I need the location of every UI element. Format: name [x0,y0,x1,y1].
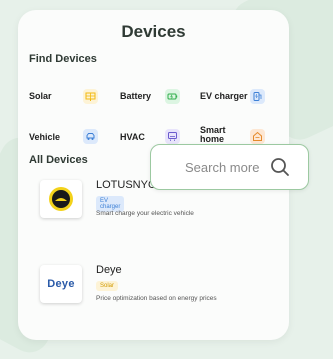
deye-logo: Deye [40,265,82,303]
category-label: Smart home [200,125,226,144]
category-hvac[interactable]: HVAC [120,133,145,142]
device-name: Deye [96,264,122,276]
smart-home-icon[interactable] [250,129,265,144]
category-label: Solar [29,91,52,101]
category-label: HVAC [120,132,145,142]
solar-icon[interactable] [83,89,98,104]
category-ev-charger[interactable]: EV charger [200,92,248,101]
search-box[interactable]: Search more [150,144,309,190]
lotus-logo [40,180,82,218]
category-solar[interactable]: Solar [29,92,52,101]
device-type-badge: Solar [96,281,119,291]
all-devices-title: All Devices [29,154,88,166]
search-placeholder: Search more [185,160,260,175]
page-title: Devices [121,22,186,41]
category-label: Vehicle [29,132,61,142]
hvac-icon[interactable] [165,129,180,144]
category-smart-home[interactable]: Smart home [200,126,240,144]
device-description: Price optimization based on energy price… [96,295,217,302]
category-label: Battery [120,91,152,101]
ev-charger-icon[interactable] [250,89,265,104]
category-label: EV charger [200,91,248,101]
category-battery[interactable]: Battery [120,92,151,101]
vehicle-icon[interactable] [83,129,98,144]
category-vehicle[interactable]: Vehicle [29,133,60,142]
device-name: LOTUSNYO [96,179,157,191]
search-icon[interactable] [269,156,291,178]
find-devices-title: Find Devices [29,53,97,65]
device-description: Smart charge your electric vehicle [96,210,194,217]
battery-icon[interactable] [165,89,180,104]
